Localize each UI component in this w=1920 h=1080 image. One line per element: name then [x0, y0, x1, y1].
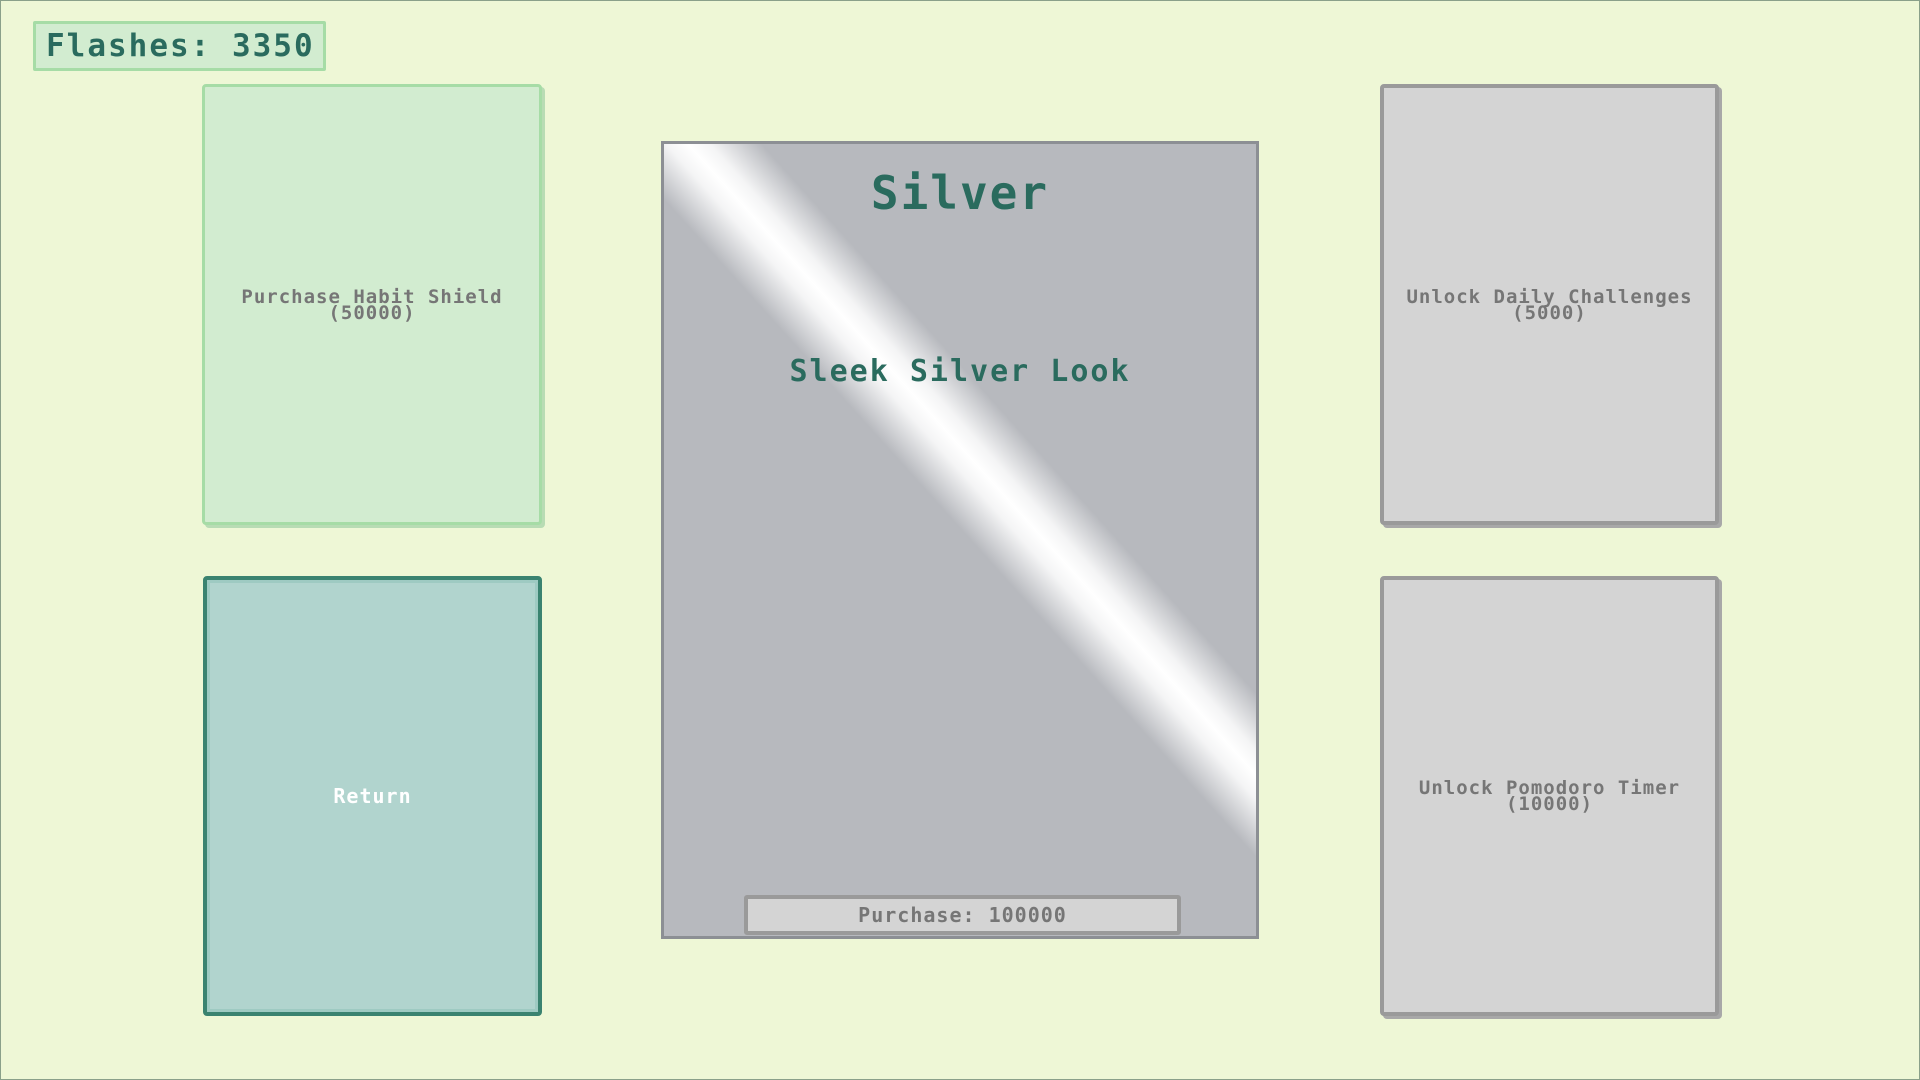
unlock-pomodoro-timer-card[interactable]: Unlock Pomodoro Timer (10000) [1380, 576, 1719, 1016]
featured-item-card: Silver Sleek Silver Look Purchase: 10000… [661, 141, 1259, 939]
purchase-habit-shield-card[interactable]: Purchase Habit Shield (50000) [202, 84, 542, 525]
featured-item-title: Silver [870, 166, 1050, 220]
featured-item-description: Sleek Silver Look [789, 354, 1131, 389]
return-button[interactable]: Return [203, 576, 542, 1016]
habit-shield-price: (50000) [328, 301, 416, 324]
unlock-daily-challenges-card[interactable]: Unlock Daily Challenges (5000) [1380, 84, 1719, 525]
return-label: Return [333, 784, 412, 808]
daily-challenges-price: (5000) [1512, 301, 1587, 324]
flashes-counter-label: Flashes: 3350 [46, 28, 315, 64]
purchase-button[interactable]: Purchase: 100000 [744, 895, 1181, 935]
pomodoro-price: (10000) [1505, 793, 1594, 815]
flashes-counter: Flashes: 3350 [33, 21, 326, 71]
shine-effect [664, 144, 1256, 936]
